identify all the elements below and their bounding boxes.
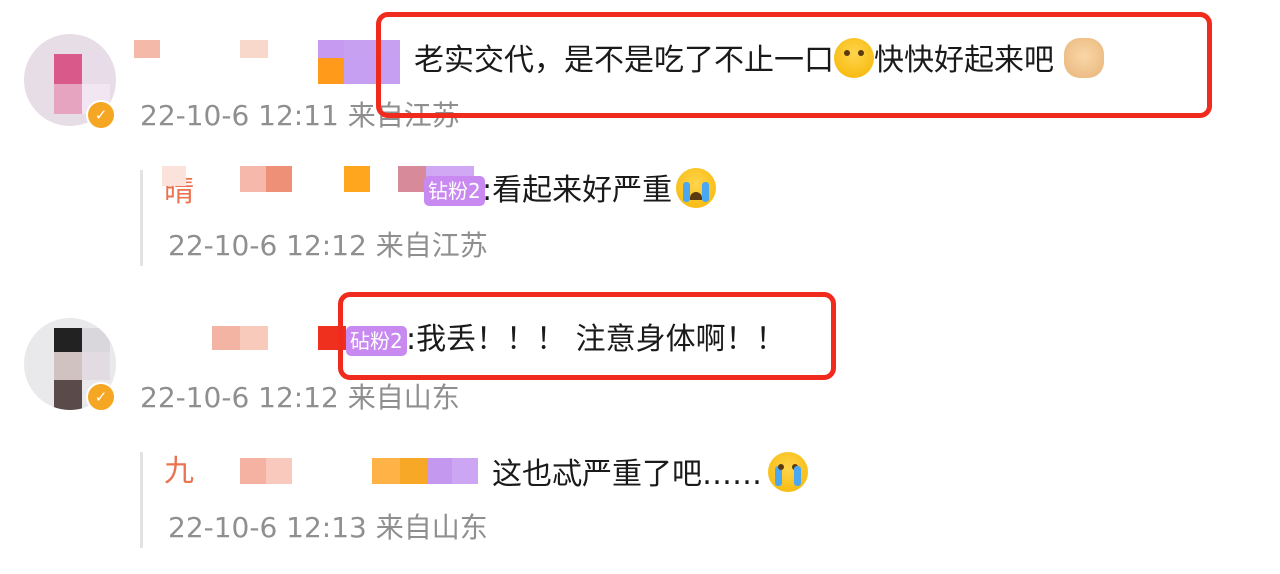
username-mosaic[interactable] <box>240 166 266 192</box>
username-mosaic[interactable] <box>240 40 268 58</box>
username-mosaic[interactable] <box>400 458 428 484</box>
username-mosaic[interactable] <box>398 166 426 192</box>
verified-badge-icon: ✓ <box>86 100 116 130</box>
reply-divider <box>140 170 143 266</box>
username-mosaic[interactable] <box>240 326 268 350</box>
username-mosaic[interactable] <box>266 458 292 484</box>
username-mosaic[interactable] <box>266 166 292 192</box>
username-mosaic[interactable] <box>162 166 186 186</box>
reply-meta: 22-10-6 12:13 来自山东 <box>168 511 488 544</box>
highlight-box <box>338 292 836 380</box>
username-mosaic[interactable] <box>134 40 160 58</box>
comment-meta: 22-10-6 12:12 来自山东 <box>140 381 460 414</box>
username-mosaic[interactable] <box>318 40 344 58</box>
avatar-pixel <box>54 352 82 380</box>
username-mosaic[interactable] <box>428 458 452 484</box>
avatar-pixel <box>54 328 82 352</box>
crying-face-emoji-icon <box>676 168 717 208</box>
reply-text: :看起来好严重 <box>482 168 717 211</box>
username-mosaic[interactable] <box>452 458 478 484</box>
highlight-box <box>376 12 1212 118</box>
avatar-pixel <box>82 328 110 352</box>
username-mosaic[interactable] <box>318 58 344 84</box>
username-mosaic[interactable] <box>372 458 400 484</box>
username-mosaic[interactable] <box>344 166 370 192</box>
reply-text: 这也忒严重了吧…… <box>492 452 808 495</box>
avatar-pixel <box>54 84 82 114</box>
verified-badge-icon: ✓ <box>86 382 116 412</box>
username-mosaic[interactable] <box>240 458 266 484</box>
reply-divider <box>140 452 143 548</box>
username-mosaic[interactable] <box>212 326 240 350</box>
avatar-pixel <box>82 54 110 84</box>
avatar-pixel <box>54 380 82 410</box>
reply-username[interactable]: 九 <box>164 452 194 492</box>
reply-meta: 22-10-6 12:12 来自江苏 <box>168 229 488 262</box>
crying-face-emoji-icon <box>768 452 808 492</box>
avatar-pixel <box>54 54 82 84</box>
fan-badge: 钻粉2 <box>424 176 485 206</box>
avatar-pixel <box>82 352 110 380</box>
